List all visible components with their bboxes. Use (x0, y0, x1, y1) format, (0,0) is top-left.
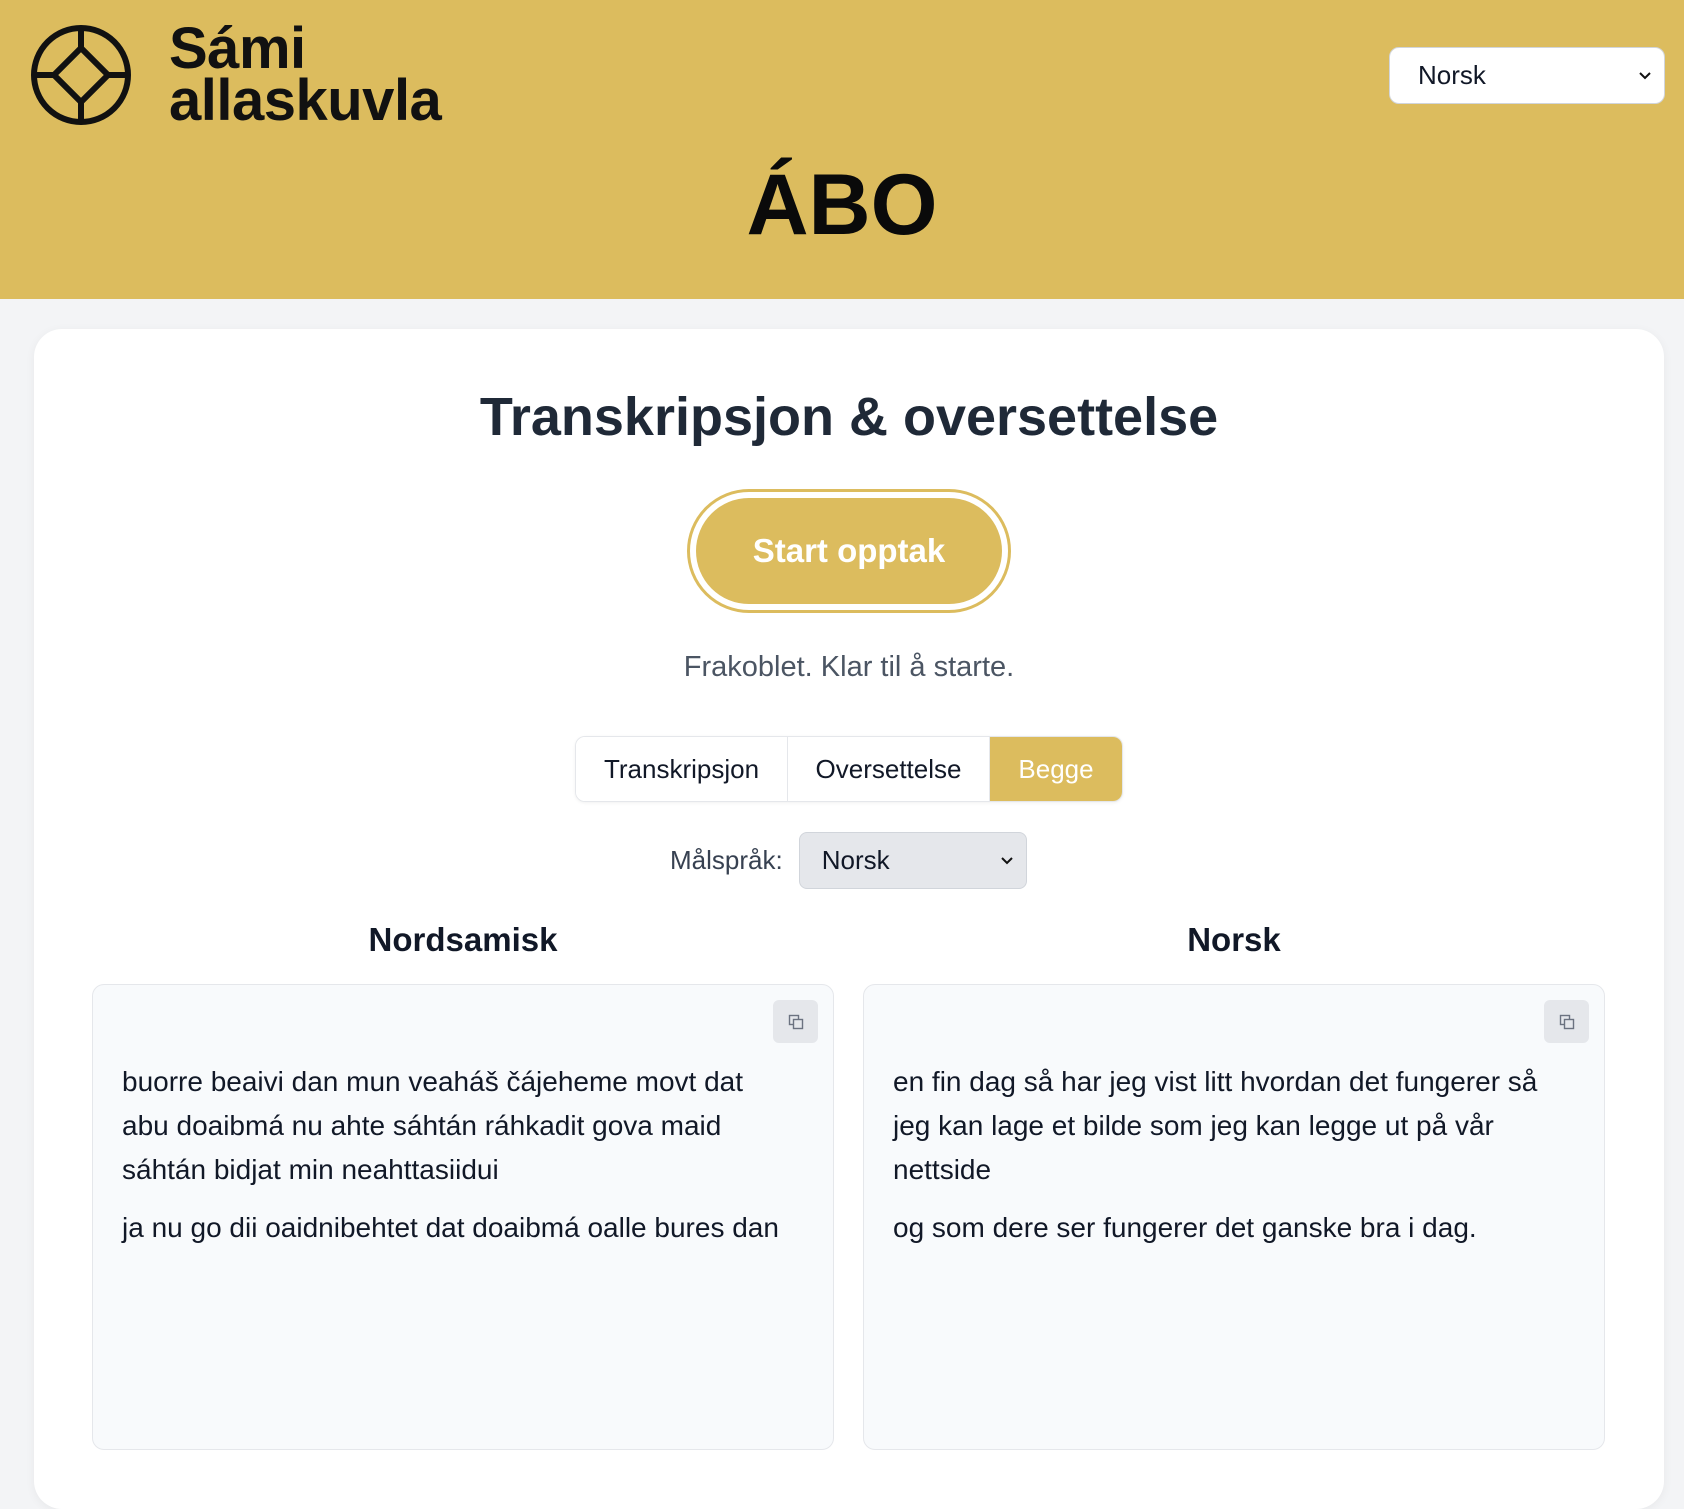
logo[interactable]: Sámi allaskuvla (29, 20, 442, 133)
copy-transcription-button[interactable] (773, 1000, 818, 1043)
target-language-heading: Norsk (1187, 921, 1281, 958)
language-select-value: Norsk (1418, 60, 1486, 90)
app-title: ÁBO (746, 157, 938, 253)
translation-paragraph: en fin dag så har jeg vist litt hvordan … (893, 1066, 1538, 1185)
translation-panel: en fin dag så har jeg vist litt hvordan … (863, 984, 1605, 1450)
chevron-down-icon (1000, 856, 1013, 864)
target-language-select[interactable]: Norsk (798, 832, 1027, 889)
transcription-paragraph: ja nu go dii oaidnibehtet dat doaibmá oa… (122, 1212, 779, 1243)
target-language-row: Målspråk: Norsk (670, 832, 1027, 889)
target-language-label: Målspråk: (670, 845, 783, 875)
mode-tab-transcription[interactable]: Transkripsjon (576, 737, 787, 801)
language-select[interactable]: Norsk (1389, 47, 1665, 104)
sami-allaskuvla-logo-icon (31, 25, 131, 125)
translation-paragraph: og som dere ser fungerer det ganske bra … (893, 1212, 1477, 1243)
transcription-panel: buorre beaivi dan mun veaháš čájeheme mo… (92, 984, 834, 1450)
copy-icon (1559, 1014, 1574, 1029)
mode-segmented-control: Transkripsjon Oversettelse Begge (575, 736, 1123, 802)
target-language-value: Norsk (821, 845, 890, 875)
site-header: Sámi allaskuvla Norsk ÁBO (0, 0, 1684, 299)
record-button-ring: Start opptak (687, 489, 1011, 613)
mode-tab-translation[interactable]: Oversettelse (787, 737, 989, 801)
connection-status: Frakoblet. Klar til å starte. (683, 651, 1015, 683)
logo-text: Sámi allaskuvla (169, 20, 442, 133)
chevron-down-icon (1639, 71, 1651, 79)
main-card: Transkripsjon & oversettelse Start oppta… (34, 329, 1664, 1509)
start-recording-button[interactable]: Start opptak (696, 498, 1002, 604)
transcription-text: buorre beaivi dan mun veaháš čájeheme mo… (122, 1060, 793, 1250)
translation-text: en fin dag så har jeg vist litt hvordan … (893, 1060, 1564, 1250)
logo-line-2: allaskuvla (169, 68, 442, 133)
mode-tab-both[interactable]: Begge (989, 737, 1122, 801)
copy-icon (788, 1014, 803, 1029)
source-language-heading: Nordsamisk (368, 921, 558, 958)
page-title: Transkripsjon & oversettelse (479, 387, 1219, 447)
copy-translation-button[interactable] (1544, 1000, 1589, 1043)
transcription-paragraph: buorre beaivi dan mun veaháš čájeheme mo… (122, 1066, 744, 1185)
